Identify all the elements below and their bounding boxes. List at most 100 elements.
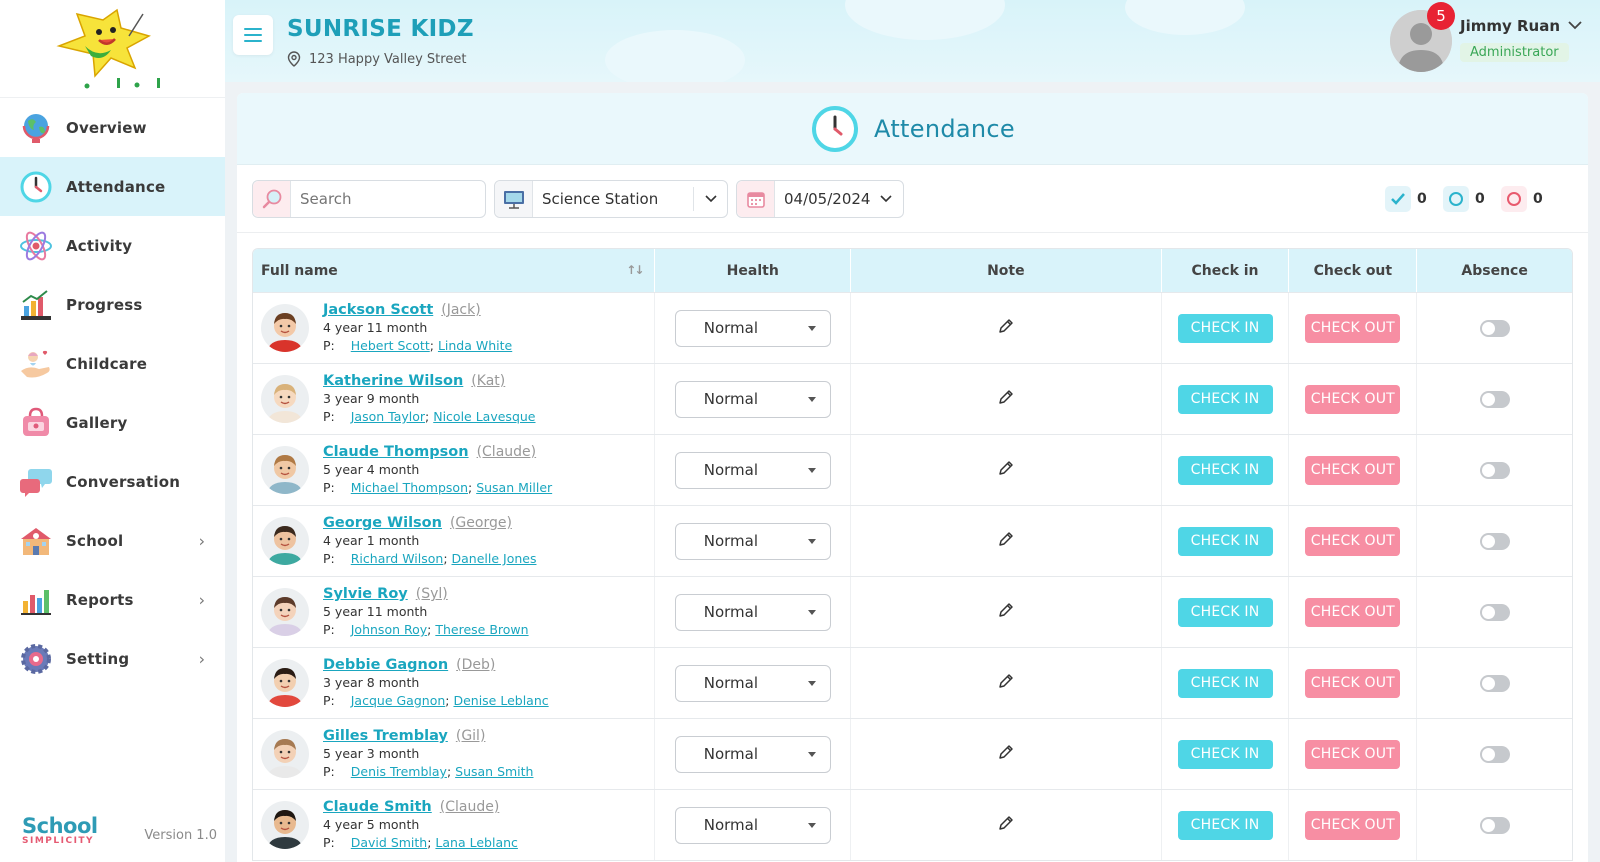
health-select[interactable]: Normal xyxy=(674,664,831,702)
date-picker[interactable]: 04/05/2024 xyxy=(736,180,904,218)
pencil-icon[interactable] xyxy=(997,743,1015,765)
child-name-link[interactable]: Jackson Scott xyxy=(323,302,433,318)
child-nickname[interactable]: (Jack) xyxy=(441,302,480,318)
sidebar-item-overview[interactable]: Overview xyxy=(0,98,225,157)
child-name-link[interactable]: Claude Thompson xyxy=(323,444,469,460)
health-select[interactable]: Normal xyxy=(674,451,831,489)
parent-link[interactable]: Nicole Lavesque xyxy=(433,409,535,424)
check-out-button[interactable]: CHECK OUT xyxy=(1305,739,1401,769)
search-input[interactable] xyxy=(291,190,471,208)
health-select[interactable]: Normal xyxy=(674,806,831,844)
child-name-link[interactable]: Claude Smith xyxy=(323,799,432,815)
check-out-button[interactable]: CHECK OUT xyxy=(1305,455,1401,485)
logo[interactable] xyxy=(0,0,225,98)
child-nickname[interactable]: (George) xyxy=(450,515,512,531)
sidebar-item-setting[interactable]: Setting › xyxy=(0,629,225,688)
absence-toggle[interactable] xyxy=(1479,603,1510,621)
parent-link[interactable]: Denis Tremblay xyxy=(351,764,447,779)
check-out-button[interactable]: CHECK OUT xyxy=(1305,810,1401,840)
pencil-icon[interactable] xyxy=(997,530,1015,552)
child-nickname[interactable]: (Claude) xyxy=(477,444,537,460)
menu-toggle-button[interactable] xyxy=(233,15,273,55)
pencil-icon[interactable] xyxy=(997,601,1015,623)
child-nickname[interactable]: (Claude) xyxy=(440,799,500,815)
pencil-icon[interactable] xyxy=(997,814,1015,836)
parent-link[interactable]: Michael Thompson xyxy=(351,480,468,495)
absence-toggle[interactable] xyxy=(1479,532,1510,550)
parent-link[interactable]: Susan Miller xyxy=(476,480,552,495)
check-in-button[interactable]: CHECK IN xyxy=(1177,810,1273,840)
check-in-button[interactable]: CHECK IN xyxy=(1177,313,1273,343)
check-out-button[interactable]: CHECK OUT xyxy=(1305,384,1401,414)
location-pin-icon xyxy=(287,51,301,67)
note-cell xyxy=(851,506,1162,576)
parent-link[interactable]: Hebert Scott xyxy=(351,338,430,353)
child-name-link[interactable]: Gilles Tremblay xyxy=(323,728,448,744)
child-name-line: Jackson Scott (Jack) xyxy=(323,301,512,319)
pending-count: 0 xyxy=(1475,191,1485,207)
sidebar-item-attendance[interactable]: Attendance xyxy=(0,157,225,216)
parent-link[interactable]: Jacque Gagnon xyxy=(351,693,446,708)
child-nickname[interactable]: (Kat) xyxy=(471,373,505,389)
check-in-button[interactable]: CHECK IN xyxy=(1177,668,1273,698)
sidebar-item-gallery[interactable]: Gallery xyxy=(0,393,225,452)
sidebar-item-activity[interactable]: Activity xyxy=(0,216,225,275)
pencil-icon[interactable] xyxy=(997,388,1015,410)
check-out-button[interactable]: CHECK OUT xyxy=(1305,668,1401,698)
absence-toggle[interactable] xyxy=(1479,674,1510,692)
parent-link[interactable]: Susan Smith xyxy=(455,764,533,779)
child-nickname[interactable]: (Deb) xyxy=(456,657,495,673)
parent-link[interactable]: Linda White xyxy=(438,338,512,353)
child-nickname[interactable]: (Gil) xyxy=(456,728,486,744)
absence-toggle[interactable] xyxy=(1479,390,1510,408)
absence-toggle[interactable] xyxy=(1479,816,1510,834)
sidebar-item-school[interactable]: School › xyxy=(0,511,225,570)
absence-toggle[interactable] xyxy=(1479,461,1510,479)
note-cell xyxy=(851,293,1162,363)
parent-link[interactable]: Johnson Roy xyxy=(351,622,427,637)
check-in-button[interactable]: CHECK IN xyxy=(1177,455,1273,485)
absence-toggle[interactable] xyxy=(1479,745,1510,763)
sort-icon[interactable]: ↑↓ xyxy=(626,263,644,277)
sidebar-item-childcare[interactable]: Childcare xyxy=(0,334,225,393)
user-name[interactable]: Jimmy Ruan xyxy=(1460,17,1560,35)
parent-link[interactable]: David Smith xyxy=(351,835,427,850)
note-cell xyxy=(851,648,1162,718)
check-in-button[interactable]: CHECK IN xyxy=(1177,597,1273,627)
station-select[interactable]: Science Station xyxy=(494,180,728,218)
column-header-full-name[interactable]: Full name ↑↓ xyxy=(253,249,656,292)
check-in-button[interactable]: CHECK IN xyxy=(1177,739,1273,769)
absence-toggle[interactable] xyxy=(1479,319,1510,337)
check-out-button[interactable]: CHECK OUT xyxy=(1305,597,1401,627)
chevron-down-icon[interactable] xyxy=(1568,18,1582,34)
pencil-icon[interactable] xyxy=(997,459,1015,481)
sidebar-item-progress[interactable]: Progress xyxy=(0,275,225,334)
parent-link[interactable]: Lana Leblanc xyxy=(435,835,517,850)
parent-link[interactable]: Denise Leblanc xyxy=(453,693,548,708)
parent-link[interactable]: Danelle Jones xyxy=(452,551,537,566)
health-select[interactable]: Normal xyxy=(674,593,831,631)
sidebar-item-conversation[interactable]: Conversation xyxy=(0,452,225,511)
health-select[interactable]: Normal xyxy=(674,380,831,418)
search-box[interactable] xyxy=(252,180,486,218)
sidebar-item-reports[interactable]: Reports › xyxy=(0,570,225,629)
check-out-button[interactable]: CHECK OUT xyxy=(1305,526,1401,556)
check-out-button[interactable]: CHECK OUT xyxy=(1305,313,1401,343)
child-name-link[interactable]: Debbie Gagnon xyxy=(323,657,448,673)
child-name-link[interactable]: George Wilson xyxy=(323,515,442,531)
health-select[interactable]: Normal xyxy=(674,522,831,560)
notification-badge[interactable]: 5 xyxy=(1427,2,1455,30)
child-nickname[interactable]: (Syl) xyxy=(416,586,448,602)
child-name-link[interactable]: Katherine Wilson xyxy=(323,373,463,389)
parent-link[interactable]: Jason Taylor xyxy=(351,409,425,424)
pencil-icon[interactable] xyxy=(997,317,1015,339)
health-select[interactable]: Normal xyxy=(674,735,831,773)
check-in-button[interactable]: CHECK IN xyxy=(1177,526,1273,556)
parent-link[interactable]: Therese Brown xyxy=(435,622,528,637)
child-name-link[interactable]: Sylvie Roy xyxy=(323,586,408,602)
parent-link[interactable]: Richard Wilson xyxy=(351,551,444,566)
pencil-icon[interactable] xyxy=(997,672,1015,694)
check-in-button[interactable]: CHECK IN xyxy=(1177,384,1273,414)
health-select[interactable]: Normal xyxy=(674,309,831,347)
child-age: 3 year 8 month xyxy=(323,675,420,690)
